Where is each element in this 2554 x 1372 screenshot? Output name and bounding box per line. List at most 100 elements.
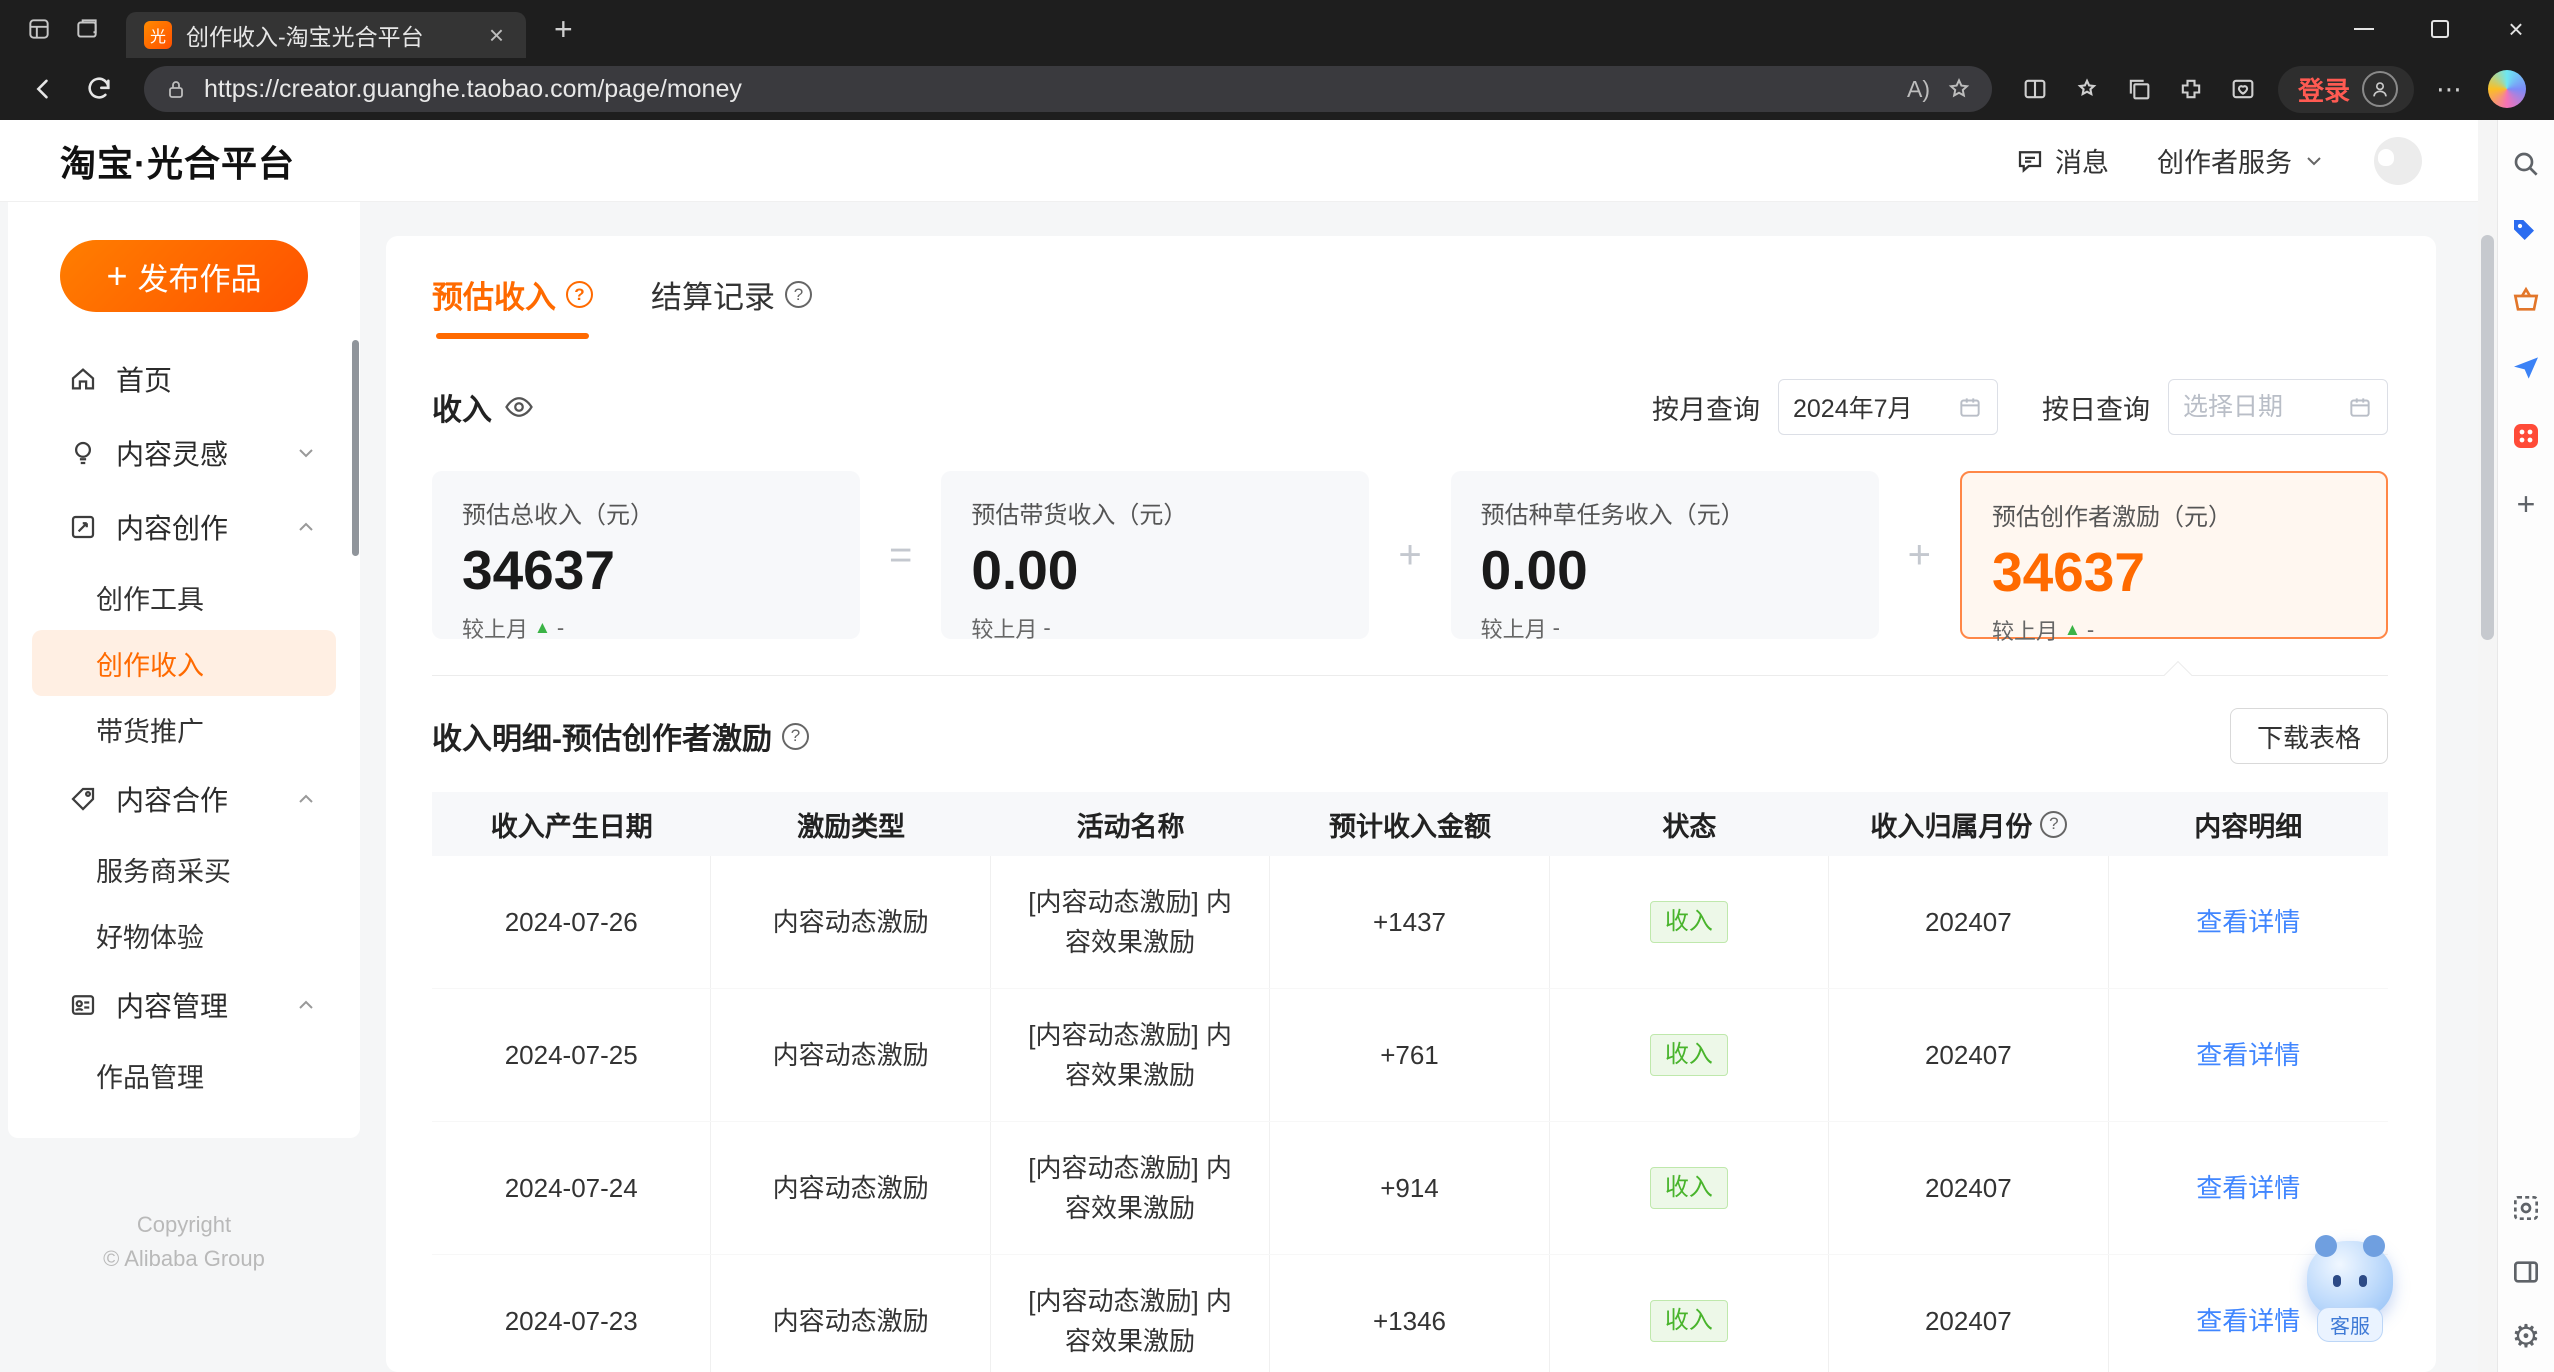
signin-button[interactable]: 登录 bbox=[2277, 65, 2414, 113]
window-minimize-button[interactable] bbox=[2326, 0, 2402, 58]
help-icon[interactable]: ? bbox=[566, 281, 593, 308]
col-activity: 活动名称 bbox=[1076, 811, 1185, 842]
workspaces-icon[interactable] bbox=[26, 16, 52, 42]
cell-month: 202407 bbox=[1829, 989, 2109, 1121]
tab-actions-icon[interactable] bbox=[74, 16, 100, 42]
window-close-button[interactable]: × bbox=[2478, 0, 2554, 58]
plus-operator: + bbox=[1398, 532, 1422, 577]
view-details-link[interactable]: 查看详情 bbox=[2196, 902, 2300, 942]
cell-action: 查看详情 bbox=[2109, 989, 2388, 1121]
page-scrollbar[interactable] bbox=[2478, 120, 2497, 1372]
sidebar-item-creation[interactable]: 内容创作 bbox=[32, 490, 336, 564]
window-maximize-button[interactable] bbox=[2402, 0, 2478, 58]
col-type: 激励类型 bbox=[797, 811, 906, 842]
table-row: 2024-07-26 内容动态激励 [内容动态激励] 内容效果激励 +1437 … bbox=[432, 856, 2388, 989]
content-tabs: 预估收入 ? 结算记录 ? bbox=[432, 272, 2388, 339]
creator-service-dropdown[interactable]: 创作者服务 bbox=[2157, 141, 2326, 180]
refresh-button[interactable] bbox=[74, 64, 124, 114]
download-table-button[interactable]: 下载表格 bbox=[2229, 708, 2388, 764]
split-screen-icon[interactable] bbox=[2012, 66, 2058, 112]
read-aloud-icon[interactable]: A) bbox=[1907, 76, 1930, 103]
browser-toolbar: https://creator.guanghe.taobao.com/page/… bbox=[0, 58, 2554, 120]
send-plane-icon[interactable] bbox=[2508, 350, 2544, 386]
qq-avatar[interactable] bbox=[2374, 136, 2422, 185]
site-info-lock-icon[interactable] bbox=[164, 77, 188, 101]
month-query-label: 按月查询 bbox=[1652, 394, 1760, 425]
sidebar-toggle-icon[interactable] bbox=[2508, 1254, 2544, 1290]
status-badge: 收入 bbox=[1649, 901, 1728, 943]
status-badge: 收入 bbox=[1649, 1167, 1728, 1209]
detail-section-title: 收入明细-预估创作者激励 ? bbox=[432, 714, 809, 758]
sidebar-item-good-experience[interactable]: 好物体验 bbox=[32, 902, 336, 968]
day-picker-input[interactable] bbox=[2183, 392, 2347, 422]
sidebar-item-creation-tools[interactable]: 创作工具 bbox=[32, 564, 336, 630]
search-icon[interactable] bbox=[2508, 146, 2544, 182]
favorites-bar-icon[interactable] bbox=[2064, 66, 2110, 112]
site-logo[interactable]: 淘宝·光合平台 bbox=[60, 135, 295, 187]
tab-estimated-income[interactable]: 预估收入 ? bbox=[432, 272, 593, 339]
add-icon[interactable]: + bbox=[2508, 486, 2544, 522]
stat-card-goods-income[interactable]: 预估带货收入（元） 0.00 较上月 - bbox=[941, 471, 1370, 642]
calendar-icon bbox=[1957, 394, 1983, 420]
browser-tab[interactable]: 光 创作收入-淘宝光合平台 × bbox=[126, 12, 526, 58]
help-icon[interactable]: ? bbox=[782, 722, 809, 750]
stat-card-creator-incentive[interactable]: 预估创作者激励（元） 34637 较上月 ▲ - bbox=[1959, 471, 2388, 644]
chevron-up-icon bbox=[294, 787, 318, 811]
creator-service-label: 创作者服务 bbox=[2157, 148, 2292, 178]
browser-essentials-icon[interactable] bbox=[2220, 66, 2266, 112]
sidebar-item-inspiration[interactable]: 内容灵感 bbox=[32, 416, 336, 490]
eye-icon[interactable] bbox=[504, 392, 534, 422]
stat-card-total-income[interactable]: 预估总收入（元） 34637 较上月 ▲ - bbox=[432, 471, 860, 642]
view-details-link[interactable]: 查看详情 bbox=[2196, 1168, 2300, 1208]
cell-amount: +761 bbox=[1270, 989, 1550, 1121]
table-row: 2024-07-23 内容动态激励 [内容动态激励] 内容效果激励 +1346 … bbox=[432, 1255, 2388, 1372]
sidebar-item-service-purchase[interactable]: 服务商采买 bbox=[32, 836, 336, 902]
cell-activity: [内容动态激励] 内容效果激励 bbox=[991, 1122, 1271, 1254]
shopping-tag-icon[interactable] bbox=[2508, 214, 2544, 250]
cell-date: 2024-07-26 bbox=[432, 856, 712, 988]
col-status: 状态 bbox=[1662, 811, 1717, 842]
income-section-label: 收入 bbox=[432, 385, 534, 429]
cell-amount: +914 bbox=[1270, 1122, 1550, 1254]
stat-card-task-income[interactable]: 预估种草任务收入（元） 0.00 较上月 - bbox=[1450, 471, 1879, 642]
extensions-icon[interactable] bbox=[2168, 66, 2214, 112]
sidebar-scrollbar[interactable] bbox=[352, 340, 359, 556]
tab-close-icon[interactable]: × bbox=[485, 22, 508, 48]
url-text[interactable]: https://creator.guanghe.taobao.com/page/… bbox=[204, 75, 1891, 104]
help-icon[interactable]: ? bbox=[2040, 810, 2068, 838]
browser-window: 光 创作收入-淘宝光合平台 × + × https://creator.guan… bbox=[0, 0, 2554, 1372]
store-basket-icon[interactable] bbox=[2508, 282, 2544, 318]
help-icon[interactable]: ? bbox=[785, 281, 812, 308]
id-card-icon bbox=[68, 990, 98, 1020]
web-capture-icon[interactable] bbox=[2508, 1190, 2544, 1226]
sidebar-item-works-management[interactable]: 作品管理 bbox=[32, 1042, 336, 1108]
back-button[interactable] bbox=[18, 64, 68, 114]
month-picker[interactable] bbox=[1778, 379, 1998, 435]
sidebar-item-cooperation[interactable]: 内容合作 bbox=[32, 762, 336, 836]
collections-icon[interactable] bbox=[2116, 66, 2162, 112]
favorite-star-icon[interactable] bbox=[1946, 76, 1972, 102]
copilot-icon[interactable] bbox=[2488, 70, 2526, 108]
sidebar-item-home[interactable]: 首页 bbox=[32, 342, 336, 416]
publish-work-button[interactable]: + 发布作品 bbox=[60, 240, 308, 312]
month-picker-input[interactable] bbox=[1793, 392, 1957, 422]
sidebar-item-management[interactable]: 内容管理 bbox=[32, 968, 336, 1042]
tab-settlement-record[interactable]: 结算记录 ? bbox=[651, 272, 812, 339]
new-tab-button[interactable]: + bbox=[546, 11, 581, 48]
view-details-link[interactable]: 查看详情 bbox=[2196, 1035, 2300, 1075]
view-details-link[interactable]: 查看详情 bbox=[2196, 1301, 2300, 1341]
settings-gear-icon[interactable]: ⚙ bbox=[2508, 1318, 2544, 1354]
cell-status: 收入 bbox=[1550, 1122, 1830, 1254]
equals-operator: = bbox=[888, 532, 913, 577]
scrollbar-thumb[interactable] bbox=[2481, 235, 2494, 640]
customer-service-button[interactable]: 客服 bbox=[2300, 1235, 2400, 1342]
sidebar-item-promotion[interactable]: 带货推广 bbox=[32, 696, 336, 762]
sidebar-item-creation-income[interactable]: 创作收入 bbox=[32, 630, 336, 696]
cell-date: 2024-07-24 bbox=[432, 1122, 712, 1254]
messages-button[interactable]: 消息 bbox=[2015, 141, 2109, 180]
day-picker[interactable] bbox=[2168, 379, 2388, 435]
tag-icon bbox=[68, 784, 98, 814]
more-menu-icon[interactable]: ⋯ bbox=[2426, 66, 2472, 112]
apps-grid-icon[interactable] bbox=[2508, 418, 2544, 454]
address-bar[interactable]: https://creator.guanghe.taobao.com/page/… bbox=[144, 66, 1992, 112]
